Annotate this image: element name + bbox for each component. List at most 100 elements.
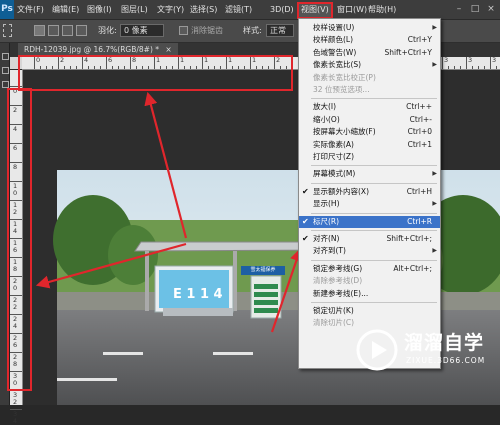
ruler-minor-tick: [460, 66, 461, 69]
view-menu-item[interactable]: 缩小(O) Ctrl+-: [299, 114, 440, 126]
view-menu-item: 清除参考线(D): [299, 275, 440, 287]
menu-item-label: 对齐(N): [313, 234, 340, 243]
menu-filter[interactable]: 滤镜(T): [225, 4, 252, 16]
ruler-minor-tick: [454, 66, 455, 69]
menu-separator: [311, 212, 437, 214]
menu-edit[interactable]: 编辑(E): [52, 4, 79, 16]
menu-file[interactable]: 文件(F): [17, 4, 44, 16]
tool-icon[interactable]: [2, 67, 9, 74]
intersect-selection-icon[interactable]: [76, 25, 87, 36]
menu-item-shortcut: Ctrl+1: [407, 139, 432, 149]
view-menu-item[interactable]: 屏幕模式(M) ▶: [299, 168, 440, 180]
close-window-icon[interactable]: ×: [484, 3, 498, 15]
ruler-label: 3: [468, 56, 473, 64]
menu-item-label: 校样设置(U): [313, 23, 355, 32]
menu-item-label: 锁定切片(K): [313, 306, 354, 315]
view-menu-item[interactable]: 显示(H) ▶: [299, 198, 440, 210]
add-selection-icon[interactable]: [48, 25, 59, 36]
view-menu-item[interactable]: ✔ 标尺(R) Ctrl+R: [299, 215, 440, 228]
menu-item-shortcut: Ctrl+Y: [407, 35, 432, 45]
menu-layer[interactable]: 图层(L): [121, 4, 148, 16]
view-menu-dropdown: 校样设置(U) ▶ 校样颜色(L) Ctrl+Y 色域警告(W) Shift+Ctrl+Y…: [298, 18, 441, 369]
view-menu-item: 32 位预览选项...: [299, 84, 440, 96]
menu-image[interactable]: 图像(I): [87, 4, 112, 16]
menu-item-label: 像素长宽比校正(P): [313, 72, 376, 82]
submenu-arrow-icon: ▶: [432, 61, 437, 69]
view-menu-item[interactable]: 校样颜色(L) Ctrl+Y: [299, 34, 440, 46]
view-menu-item[interactable]: 锁定切片(K): [299, 305, 440, 317]
menu-item-shortcut: Ctrl++: [406, 102, 432, 112]
view-menu-item[interactable]: 校样设置(U) ▶: [299, 22, 440, 34]
ruler-tick: [442, 57, 443, 69]
menu-type[interactable]: 文字(Y): [157, 4, 184, 16]
view-menu-item[interactable]: 锁定参考线(G) Alt+Ctrl+;: [299, 263, 440, 275]
menu-window[interactable]: 窗口(W): [337, 4, 367, 16]
menu-item-label: 缩小(O): [313, 114, 340, 124]
menu-item-label: 新建参考线(E)...: [313, 288, 369, 298]
checkmark-icon: ✔: [302, 186, 309, 196]
menu-item-shortcut: Shift+Ctrl+Y: [384, 47, 432, 57]
menu-item-label: 色域警告(W): [313, 47, 357, 57]
antialias-label: 消除锯齿: [191, 26, 223, 35]
style-select[interactable]: 正常: [266, 24, 294, 37]
close-tab-icon[interactable]: ×: [165, 45, 171, 54]
menu-item-shortcut: Shift+Ctrl+;: [386, 234, 433, 243]
menu-separator: [311, 165, 437, 167]
ruler-label: 3: [492, 56, 497, 64]
menu-select[interactable]: 选择(S): [190, 4, 217, 16]
style-label: 样式:: [243, 26, 262, 35]
menu-item-label: 实际像素(A): [313, 139, 354, 149]
view-menu-item[interactable]: ✔ 对齐(N) Shift+Ctrl+;: [299, 233, 440, 245]
tool-icon[interactable]: [2, 81, 9, 88]
menu-item-shortcut: Ctrl+R: [407, 216, 432, 226]
ruler-label: 3: [444, 56, 449, 64]
view-menu-item[interactable]: 对齐到(T) ▶: [299, 245, 440, 257]
view-menu-item[interactable]: 放大(I) Ctrl++: [299, 101, 440, 113]
antialias-checkbox[interactable]: [179, 26, 188, 35]
menu-help[interactable]: 帮助(H): [368, 4, 396, 16]
ruler-minor-tick: [472, 66, 473, 69]
view-menu-item[interactable]: 色域警告(W) Shift+Ctrl+Y: [299, 47, 440, 59]
menu-item-shortcut: Ctrl+-: [409, 114, 432, 124]
menu-item-label: 对齐到(T): [313, 246, 346, 256]
menu-item-shortcut: Ctrl+H: [406, 186, 432, 196]
menu-item-label: 校样颜色(L): [313, 35, 354, 45]
view-menu-item[interactable]: 按屏幕大小缩放(F) Ctrl+0: [299, 126, 440, 138]
menu-separator: [311, 259, 437, 261]
view-menu-item: 像素长宽比校正(P): [299, 72, 440, 84]
tool-icon[interactable]: [2, 53, 9, 60]
maximize-icon[interactable]: □: [468, 3, 482, 15]
submenu-arrow-icon: ▶: [432, 24, 437, 31]
menu-separator: [311, 230, 437, 231]
menu-item-label: 屏幕模式(M): [313, 169, 356, 179]
watermark: 溜溜自学 ZIXUE.3D66.COM: [352, 322, 500, 378]
subtract-selection-icon[interactable]: [62, 25, 73, 36]
menu-3d[interactable]: 3D(D): [270, 4, 294, 16]
minimize-icon[interactable]: –: [452, 3, 466, 15]
menu-item-label: 标尺(R): [313, 216, 340, 226]
ruler-tick: [490, 57, 491, 69]
marquee-tool-icon[interactable]: [3, 24, 12, 37]
photoshop-logo: Ps: [0, 0, 14, 19]
ruler-minor-tick: [448, 66, 449, 69]
horizontal-ruler-highlight: [18, 55, 293, 91]
view-menu-item[interactable]: 实际像素(A) Ctrl+1: [299, 139, 440, 151]
ruler-label: 3 4: [13, 410, 18, 425]
menu-item-label: 显示(H): [313, 199, 340, 209]
view-menu-item[interactable]: 像素长宽比(S) ▶: [299, 59, 440, 71]
menu-bar: Ps 文件(F) 编辑(E) 图像(I) 图层(L) 文字(Y) 选择(S) 滤…: [0, 0, 500, 20]
menu-item-label: 32 位预览选项...: [313, 85, 370, 94]
checkmark-icon: ✔: [302, 234, 309, 243]
watermark-brand: 溜溜自学: [404, 332, 485, 354]
view-menu-item[interactable]: 打印尺寸(Z): [299, 151, 440, 163]
view-menu-item[interactable]: ✔ 显示额外内容(X) Ctrl+H: [299, 186, 440, 198]
new-selection-icon[interactable]: [34, 25, 45, 36]
checkmark-icon: ✔: [302, 216, 309, 226]
feather-input[interactable]: 0 像素: [120, 24, 164, 37]
view-menu-item[interactable]: 新建参考线(E)...: [299, 288, 440, 300]
menu-separator: [311, 302, 437, 303]
menu-item-shortcut: Alt+Ctrl+;: [393, 263, 432, 273]
menu-view[interactable]: 视图(V): [297, 2, 333, 19]
ruler-minor-tick: [484, 66, 485, 69]
menu-item-label: 显示额外内容(X): [313, 186, 369, 196]
